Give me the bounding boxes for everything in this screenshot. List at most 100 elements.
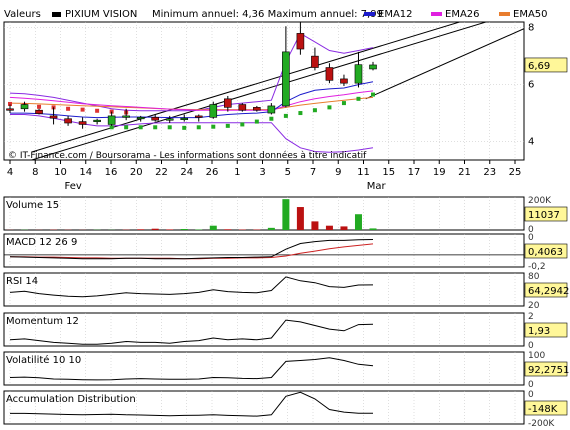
price-y-tick: 6 — [528, 80, 534, 91]
stop-dot-green — [312, 108, 317, 113]
month-label: Fev — [64, 181, 81, 192]
volume-bar — [325, 225, 333, 230]
date-tick-label: 15 — [382, 167, 395, 178]
indicator-y-tick: 20 — [528, 301, 540, 311]
volume-bar — [224, 229, 232, 230]
last-price-value: 6,69 — [528, 61, 550, 72]
date-tick-label: 22 — [155, 167, 168, 178]
indicator-y-tick: 2 — [528, 312, 534, 322]
stop-dot-green — [109, 125, 114, 130]
indicator-y-tick: 0 — [528, 390, 534, 400]
stop-dot-green — [371, 92, 375, 97]
date-tick-label: 7 — [310, 167, 316, 178]
volume-bar — [180, 228, 188, 230]
indicator-panel: RSI 14 64,2942 80 20 — [3, 272, 569, 311]
candle-body — [151, 117, 159, 121]
indicator-y-tick: 0 — [528, 233, 534, 243]
indicator-plot-area — [3, 233, 525, 268]
indicator-last-value: -148K — [528, 404, 558, 415]
ema12-legend-label: EMA12 — [378, 9, 413, 20]
stop-dot-green — [240, 122, 245, 127]
candle-body — [282, 51, 290, 107]
indicator-last-value: 92,2751 — [528, 365, 569, 376]
date-tick-label: 26 — [206, 167, 219, 178]
stop-dot-green — [225, 123, 230, 128]
stop-dot-green — [153, 125, 158, 130]
indicator-title: Volume 15 — [6, 200, 59, 211]
stock-name: PIXIUM VISION — [65, 9, 137, 20]
stop-dot-green — [298, 111, 303, 116]
date-tick-label: 9 — [335, 167, 341, 178]
stop-dot-red — [37, 104, 42, 109]
stop-dot-red — [95, 108, 100, 113]
indicator-plot-area — [3, 272, 525, 307]
candle-body — [369, 64, 377, 70]
indicator-panel: Momentum 12 1,93 2 0 — [3, 312, 568, 351]
date-tick-label: 11 — [357, 167, 370, 178]
indicator-plot-area — [3, 312, 525, 347]
candle-body — [224, 98, 232, 108]
indicator-y-tick: -200K — [528, 419, 555, 429]
price-y-tick: 8 — [528, 23, 534, 34]
volume-bar — [340, 226, 348, 230]
candle-body — [238, 104, 247, 111]
candle-body — [340, 78, 348, 84]
candle-body — [35, 109, 43, 114]
volume-bar — [238, 229, 246, 230]
stop-dot-green — [254, 119, 259, 124]
volume-bar — [311, 221, 319, 230]
date-tick-label: 10 — [54, 167, 67, 178]
candle-body — [136, 117, 145, 120]
candle-body — [78, 121, 87, 125]
range-text: Minimum annuel: 4,36 Maximum annuel: 7,9… — [152, 9, 383, 20]
volume-bar — [354, 214, 362, 230]
indicator-title: Accumulation Distribution — [6, 394, 136, 405]
stop-dot-red — [66, 106, 71, 111]
volume-bar — [166, 229, 174, 230]
volume-bar — [137, 229, 145, 230]
candle-body — [64, 118, 72, 124]
date-tick-label: 14 — [79, 167, 92, 178]
stop-dot-green — [124, 125, 129, 130]
stop-dot-red — [80, 107, 85, 112]
stop-dot-green — [167, 125, 172, 130]
date-tick-label: 4 — [7, 167, 13, 178]
candle-body — [93, 119, 101, 122]
indicator-last-value: 1,93 — [528, 326, 550, 337]
candle-body — [122, 115, 130, 118]
date-tick-label: 3 — [259, 167, 265, 178]
volume-bar — [282, 199, 290, 230]
ema12-legend-swatch — [364, 12, 375, 16]
price-plot-area — [3, 21, 525, 161]
indicator-y-tick: 200K — [528, 196, 552, 206]
candle-body — [311, 55, 319, 68]
date-tick-label: 1 — [234, 167, 240, 178]
date-tick-label: 23 — [483, 167, 496, 178]
indicator-title: MACD 12 26 9 — [6, 237, 77, 248]
date-tick-label: 21 — [458, 167, 471, 178]
volume-bar — [195, 229, 203, 230]
stop-dot-green — [283, 113, 288, 118]
indicator-y-tick: 0 — [528, 380, 534, 390]
candle-body — [354, 64, 363, 84]
indicator-title: RSI 14 — [6, 276, 38, 287]
ema50-legend-swatch — [499, 12, 510, 16]
volume-bar — [151, 228, 159, 230]
candle-body — [209, 104, 218, 118]
candle-body — [267, 105, 276, 114]
stop-dot-green — [327, 105, 332, 110]
ema26-legend-swatch — [431, 12, 442, 16]
candle-body — [6, 108, 14, 111]
indicator-title: Volatilité 10 10 — [6, 354, 81, 366]
indicator-panel: MACD 12 26 9 0,4063 0 -0,2 — [3, 233, 568, 272]
watermark: © IT-Finance.com / Boursorama - Les info… — [8, 150, 367, 161]
date-tick-label: 8 — [32, 167, 38, 178]
volume-bar — [209, 225, 217, 230]
stop-dot-green — [269, 116, 274, 121]
candle-body — [325, 67, 334, 81]
volume-bar — [369, 228, 377, 230]
candle-body — [20, 104, 29, 110]
date-tick-label: 19 — [433, 167, 446, 178]
price-panel: 4 6 8 6,69 — [3, 21, 568, 161]
date-tick-label: 16 — [105, 167, 118, 178]
